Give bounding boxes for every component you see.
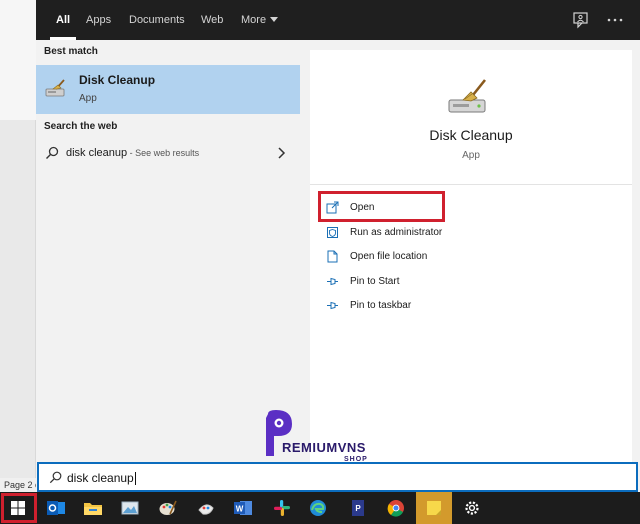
taskbar-word[interactable]: W xyxy=(225,492,261,524)
svg-text:P: P xyxy=(355,504,361,513)
pin-to-start-label: Pin to Start xyxy=(350,276,400,287)
app-detail-pane: Disk Cleanup App Open Run as administrat… xyxy=(310,50,632,462)
document-page xyxy=(0,0,36,120)
tab-more[interactable]: More xyxy=(241,0,279,40)
settings-icon xyxy=(465,501,479,515)
shield-icon xyxy=(327,227,338,238)
outlook-icon xyxy=(47,501,65,515)
web-result-query: disk cleanup xyxy=(66,147,128,159)
chevron-right-icon[interactable] xyxy=(276,147,286,159)
slack-icon xyxy=(274,500,290,516)
run-as-admin-label: Run as administrator xyxy=(350,227,443,238)
svg-text:W: W xyxy=(236,505,244,514)
taskbar-file-explorer[interactable] xyxy=(75,492,111,524)
open-action[interactable]: Open xyxy=(322,198,522,218)
word-icon: W xyxy=(234,501,252,515)
detail-app-title: Disk Cleanup xyxy=(429,127,513,143)
photo-viewer-icon xyxy=(121,501,139,515)
chrome-icon xyxy=(387,500,404,517)
detail-app-subtitle: App xyxy=(462,150,480,161)
run-as-admin-action[interactable]: Run as administrator xyxy=(322,223,522,243)
web-result-suffix: - See web results xyxy=(127,148,200,158)
detail-divider xyxy=(310,184,632,185)
taskbar-pdf-reader[interactable]: P xyxy=(340,492,376,524)
taskbar-paint-3d[interactable] xyxy=(188,492,224,524)
open-action-label: Open xyxy=(350,202,375,213)
paint-icon xyxy=(198,504,214,515)
best-match-title: Disk Cleanup xyxy=(79,73,156,87)
pin-icon xyxy=(327,277,338,286)
tab-web[interactable]: Web xyxy=(201,0,223,40)
search-filter-bar: All Apps Documents Web More xyxy=(36,0,640,40)
taskbar-paint[interactable] xyxy=(150,492,186,524)
background-document xyxy=(0,0,36,492)
search-icon xyxy=(49,471,62,484)
sticky-notes-icon xyxy=(427,501,441,515)
pin-to-taskbar-label: Pin to taskbar xyxy=(350,300,412,311)
file-location-icon xyxy=(327,250,338,263)
taskbar-edge[interactable] xyxy=(300,492,336,524)
document-status-bar: Page 2 c xyxy=(0,478,36,492)
edge-icon xyxy=(310,500,326,516)
search-box[interactable]: disk cleanup xyxy=(37,462,638,492)
taskbar: W P xyxy=(0,492,640,524)
best-match-header: Best match xyxy=(44,46,98,57)
pdf-reader-icon: P xyxy=(352,500,364,516)
best-match-subtitle: App xyxy=(79,93,97,104)
taskbar-slack[interactable] xyxy=(264,492,300,524)
taskbar-outlook[interactable] xyxy=(38,492,74,524)
chevron-down-icon xyxy=(270,16,279,22)
premiumvns-watermark-logo: REMIUMVNS SHOP xyxy=(266,410,367,463)
tab-more-label: More xyxy=(241,14,267,26)
open-file-location-label: Open file location xyxy=(350,251,428,262)
pin-to-taskbar-action[interactable]: Pin to taskbar xyxy=(322,296,522,316)
file-explorer-icon xyxy=(84,503,102,515)
web-result-text: disk cleanup - See web results xyxy=(66,147,199,159)
paint-icon xyxy=(159,500,177,515)
search-web-header: Search the web xyxy=(44,121,118,132)
more-options-icon[interactable] xyxy=(606,11,624,29)
taskbar-settings[interactable] xyxy=(454,492,490,524)
text-caret xyxy=(134,472,136,486)
tab-documents[interactable]: Documents xyxy=(129,0,185,40)
taskbar-sticky-notes[interactable] xyxy=(416,492,452,524)
pin-icon xyxy=(327,301,338,310)
search-input-value: disk cleanup xyxy=(67,471,134,485)
disk-cleanup-large-icon xyxy=(448,79,487,113)
tab-all[interactable]: All xyxy=(49,0,77,40)
svg-text:REMIUMVNS: REMIUMVNS xyxy=(282,440,366,455)
pin-to-start-action[interactable]: Pin to Start xyxy=(322,272,522,292)
open-file-location-action[interactable]: Open file location xyxy=(322,247,522,267)
windows-start-icon xyxy=(11,501,25,515)
taskbar-photo-viewer[interactable] xyxy=(112,492,148,524)
disk-cleanup-icon xyxy=(45,79,65,97)
best-match-result[interactable]: Disk Cleanup App xyxy=(36,65,300,114)
results-list: Best match Disk Cleanup App Search the w… xyxy=(36,40,300,462)
feedback-icon[interactable] xyxy=(572,11,590,29)
taskbar-chrome[interactable] xyxy=(378,492,414,524)
open-icon xyxy=(326,201,339,214)
search-icon xyxy=(46,146,59,159)
search-input[interactable]: disk cleanup xyxy=(67,471,136,486)
start-button[interactable] xyxy=(0,492,37,524)
tab-apps[interactable]: Apps xyxy=(86,0,111,40)
web-search-result[interactable]: disk cleanup - See web results xyxy=(36,139,300,169)
